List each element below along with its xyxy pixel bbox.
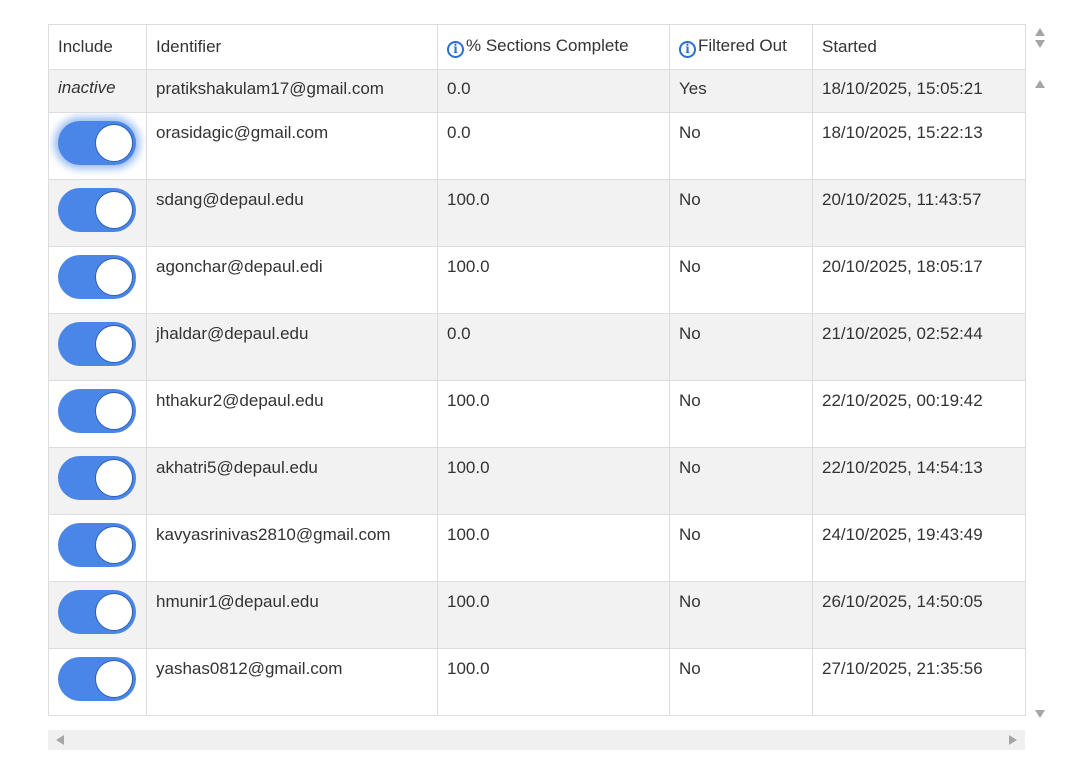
- identifier-cell: agonchar@depaul.edi: [146, 246, 438, 314]
- started-cell: 27/10/2025, 21:35:56: [812, 648, 1026, 716]
- sections-complete-cell: 0.0: [437, 313, 670, 381]
- vertical-scrollbar[interactable]: [1030, 24, 1050, 732]
- toggle-knob: [95, 191, 133, 229]
- include-toggle[interactable]: [58, 590, 136, 634]
- toggle-knob: [95, 593, 133, 631]
- inactive-label: inactive: [58, 78, 116, 97]
- include-toggle[interactable]: [58, 389, 136, 433]
- sections-complete-cell: 100.0: [437, 447, 670, 515]
- info-icon[interactable]: i: [679, 41, 696, 58]
- sections-complete-cell: 100.0: [437, 246, 670, 314]
- filtered-out-cell: No: [669, 581, 813, 649]
- header-identifier[interactable]: Identifier: [146, 24, 438, 70]
- filtered-out-cell: No: [669, 112, 813, 180]
- info-icon[interactable]: i: [447, 41, 464, 58]
- table-row: hthakur2@depaul.edu 100.0 No 22/10/2025, 00…: [48, 380, 1026, 448]
- include-cell: [48, 447, 147, 515]
- sections-complete-cell: 100.0: [437, 179, 670, 247]
- table-row: akhatri5@depaul.edu 100.0 No 22/10/2025, 14…: [48, 447, 1026, 515]
- header-started[interactable]: Started: [812, 24, 1026, 70]
- identifier-cell: hmunir1@depaul.edu: [146, 581, 438, 649]
- toggle-knob: [95, 660, 133, 698]
- header-sections-complete[interactable]: i% Sections Complete: [437, 24, 670, 70]
- include-toggle[interactable]: [58, 121, 136, 165]
- table-row: yashas0812@gmail.com 100.0 No 27/10/2025, 2…: [48, 648, 1026, 716]
- filtered-out-cell: No: [669, 447, 813, 515]
- started-cell: 21/10/2025, 02:52:44: [812, 313, 1026, 381]
- identifier-cell: pratikshakulam17@gmail.com: [146, 69, 438, 113]
- table-row: kavyasrinivas2810@gmail.com 100.0 No 24/10/…: [48, 514, 1026, 582]
- sections-complete-cell: 0.0: [437, 69, 670, 113]
- horizontal-scrollbar[interactable]: [48, 730, 1025, 750]
- scroll-left-icon[interactable]: [56, 735, 64, 745]
- filtered-out-cell: No: [669, 246, 813, 314]
- scroll-down-icon[interactable]: [1035, 710, 1045, 718]
- header-include[interactable]: Include: [48, 24, 147, 70]
- filtered-out-cell: No: [669, 380, 813, 448]
- started-cell: 18/10/2025, 15:05:21: [812, 69, 1026, 113]
- started-cell: 26/10/2025, 14:50:05: [812, 581, 1026, 649]
- include-toggle[interactable]: [58, 255, 136, 299]
- identifier-cell: yashas0812@gmail.com: [146, 648, 438, 716]
- include-cell: [48, 514, 147, 582]
- include-cell: inactive: [48, 69, 147, 113]
- sections-complete-cell: 100.0: [437, 380, 670, 448]
- include-toggle[interactable]: [58, 322, 136, 366]
- sections-complete-cell: 100.0: [437, 514, 670, 582]
- include-cell: [48, 581, 147, 649]
- responses-table-container: Include Identifier i% Sections Complete …: [48, 24, 1026, 716]
- started-cell: 24/10/2025, 19:43:49: [812, 514, 1026, 582]
- include-toggle[interactable]: [58, 188, 136, 232]
- started-cell: 22/10/2025, 00:19:42: [812, 380, 1026, 448]
- header-sections-label: % Sections Complete: [466, 36, 629, 55]
- started-cell: 22/10/2025, 14:54:13: [812, 447, 1026, 515]
- sections-complete-cell: 0.0: [437, 112, 670, 180]
- scroll-up-icon[interactable]: [1035, 80, 1045, 88]
- scroll-right-icon[interactable]: [1009, 735, 1017, 745]
- identifier-cell: akhatri5@depaul.edu: [146, 447, 438, 515]
- include-toggle[interactable]: [58, 657, 136, 701]
- header-filtered-label: Filtered Out: [698, 36, 787, 55]
- toggle-knob: [95, 325, 133, 363]
- table-row: agonchar@depaul.edi 100.0 No 20/10/2025, 18…: [48, 246, 1026, 314]
- header-filtered-out[interactable]: i Filtered Out: [669, 24, 813, 70]
- filtered-out-cell: No: [669, 514, 813, 582]
- toggle-knob: [95, 258, 133, 296]
- started-cell: 18/10/2025, 15:22:13: [812, 112, 1026, 180]
- toggle-knob: [95, 124, 133, 162]
- table-row: sdang@depaul.edu 100.0 No 20/10/2025, 11:43…: [48, 179, 1026, 247]
- identifier-cell: sdang@depaul.edu: [146, 179, 438, 247]
- header-row: Include Identifier i% Sections Complete …: [48, 24, 1026, 70]
- include-cell: [48, 112, 147, 180]
- identifier-cell: jhaldar@depaul.edu: [146, 313, 438, 381]
- include-cell: [48, 648, 147, 716]
- include-cell: [48, 313, 147, 381]
- table-row: inactive pratikshakulam17@gmail.com 0.0 Yes…: [48, 69, 1026, 113]
- include-cell: [48, 179, 147, 247]
- sections-complete-cell: 100.0: [437, 581, 670, 649]
- include-cell: [48, 246, 147, 314]
- filtered-out-cell: Yes: [669, 69, 813, 113]
- table-row: hmunir1@depaul.edu 100.0 No 26/10/2025, 14:…: [48, 581, 1026, 649]
- identifier-cell: hthakur2@depaul.edu: [146, 380, 438, 448]
- filtered-out-cell: No: [669, 648, 813, 716]
- table-row: jhaldar@depaul.edu 0.0 No 21/10/2025, 02:52…: [48, 313, 1026, 381]
- include-cell: [48, 380, 147, 448]
- scroll-up-icon[interactable]: [1035, 28, 1045, 36]
- identifier-cell: orasidagic@gmail.com: [146, 112, 438, 180]
- toggle-knob: [95, 459, 133, 497]
- table-row: orasidagic@gmail.com 0.0 No 18/10/2025, 15:…: [48, 112, 1026, 180]
- filtered-out-cell: No: [669, 313, 813, 381]
- scroll-down-icon[interactable]: [1035, 40, 1045, 48]
- started-cell: 20/10/2025, 11:43:57: [812, 179, 1026, 247]
- include-toggle[interactable]: [58, 523, 136, 567]
- sections-complete-cell: 100.0: [437, 648, 670, 716]
- identifier-cell: kavyasrinivas2810@gmail.com: [146, 514, 438, 582]
- toggle-knob: [95, 392, 133, 430]
- responses-table: Include Identifier i% Sections Complete …: [48, 24, 1026, 716]
- started-cell: 20/10/2025, 18:05:17: [812, 246, 1026, 314]
- filtered-out-cell: No: [669, 179, 813, 247]
- toggle-knob: [95, 526, 133, 564]
- include-toggle[interactable]: [58, 456, 136, 500]
